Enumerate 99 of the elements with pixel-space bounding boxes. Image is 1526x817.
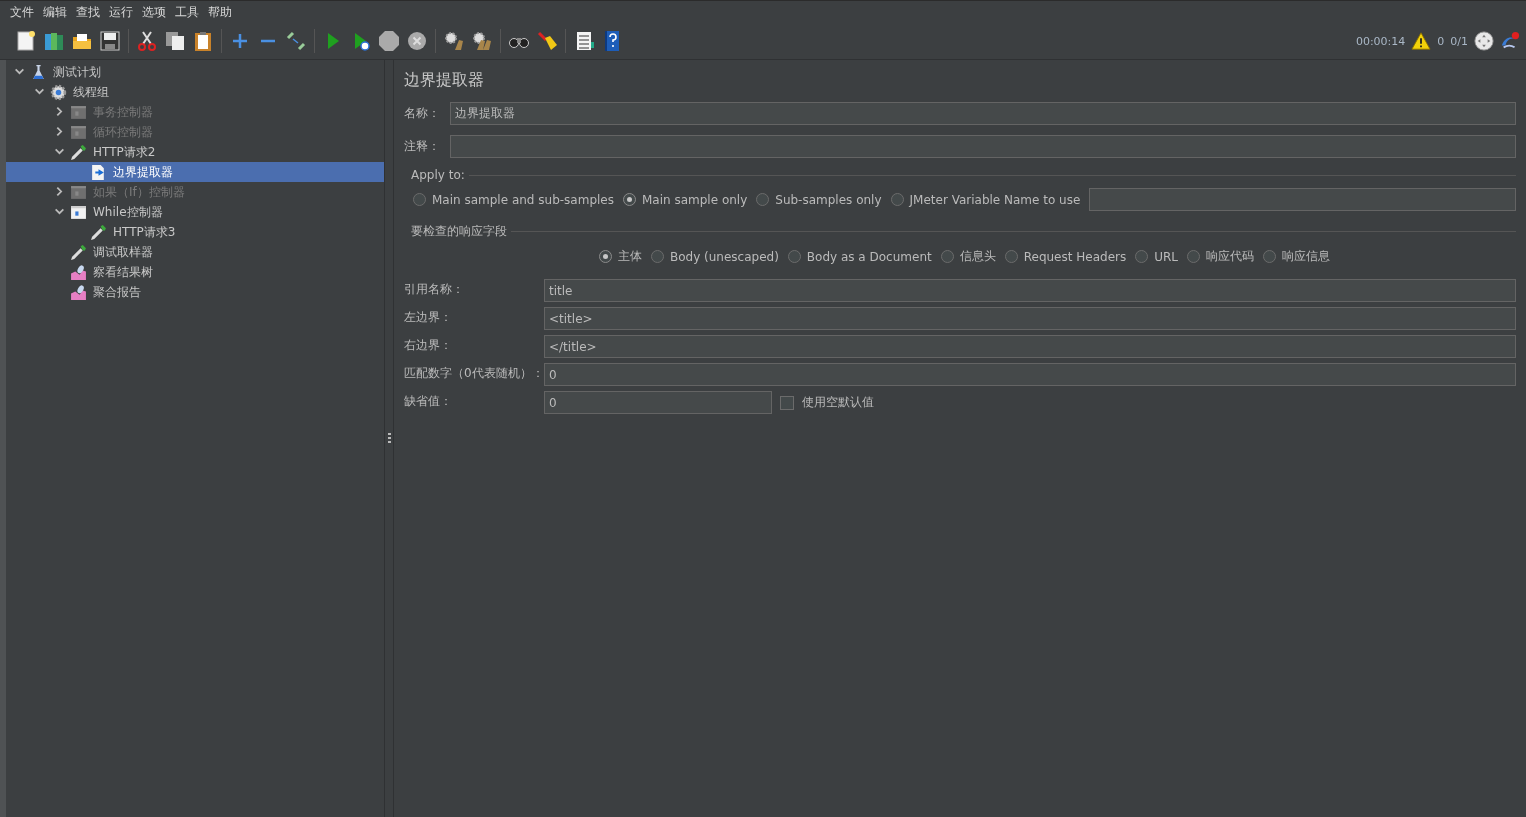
radio-label: Body as a Document (806, 249, 932, 264)
tree-item-label: HTTP请求2 (93, 143, 156, 161)
tree-item-label: 测试计划 (53, 63, 101, 81)
field-label: 注释： (404, 138, 440, 155)
document-arrow-icon (90, 163, 107, 181)
radio-button[interactable] (787, 250, 801, 263)
tree-item[interactable]: 边界提取器 (6, 162, 384, 182)
tree-item[interactable]: 线程组 (6, 82, 384, 102)
menu-item[interactable]: 工具 (175, 3, 199, 21)
radio-label: 信息头 (959, 248, 996, 265)
stop-sign-icon[interactable] (378, 30, 400, 52)
tree-item[interactable]: 察看结果树 (6, 262, 384, 282)
tree-item-label: While控制器 (93, 203, 163, 221)
broom-icon[interactable] (536, 30, 558, 52)
radio-label: Request Headers (1023, 249, 1127, 264)
menu-item[interactable]: 编辑 (43, 3, 67, 21)
radio-button[interactable] (598, 250, 612, 263)
radio-button[interactable] (1004, 250, 1018, 263)
menu-item[interactable]: 文件 (10, 3, 34, 21)
radio-button[interactable] (1187, 250, 1201, 263)
x-circle-icon[interactable] (406, 30, 428, 52)
menu-item[interactable]: 帮助 (208, 3, 232, 21)
radio-label: Main sample and sub-samples (432, 192, 614, 207)
tree-item-label: 边界提取器 (113, 163, 173, 181)
new-document-icon[interactable] (15, 30, 37, 52)
thread-count: 0/1 (1450, 34, 1468, 48)
controller-icon (70, 103, 87, 121)
text-field[interactable]: 0 (544, 363, 1516, 386)
radio-button[interactable] (890, 193, 904, 206)
chevron-down-icon[interactable] (54, 146, 65, 157)
tree-item[interactable]: HTTP请求3 (6, 222, 384, 242)
text-field[interactable]: 0 (544, 391, 772, 414)
radio-label: Main sample only (642, 192, 748, 207)
field-label: 缺省值： (404, 393, 453, 410)
radio-label: Sub-samples only (775, 192, 882, 207)
text-field[interactable]: <title> (544, 307, 1516, 330)
text-field[interactable]: title (544, 279, 1516, 302)
chart-icon (70, 263, 87, 281)
tree-item-label: 调试取样器 (93, 243, 153, 261)
tree-item-label: 线程组 (73, 83, 109, 101)
comment-field[interactable] (450, 135, 1516, 158)
field-label: 匹配数字（0代表随机）： (404, 365, 544, 382)
elapsed-time: 00:00:14 (1355, 34, 1406, 48)
pipette-icon (90, 223, 107, 241)
tree-item-label: 聚合报告 (93, 283, 141, 301)
chart-icon (70, 283, 87, 301)
tree-item[interactable]: 调试取样器 (6, 242, 384, 262)
pipette-icon (70, 243, 87, 261)
split-handle[interactable] (387, 432, 391, 445)
radio-label: URL (1154, 249, 1179, 264)
tree-item[interactable]: 测试计划 (6, 62, 384, 82)
panel-title: 边界提取器 (404, 70, 485, 91)
radio-button[interactable] (623, 193, 636, 206)
chevron-down-icon[interactable] (54, 206, 65, 217)
tree-item[interactable]: HTTP请求2 (6, 142, 384, 162)
radio-label: 响应信息 (1282, 248, 1331, 265)
flask-icon (30, 63, 47, 81)
group-title: 要检查的响应字段 (411, 223, 507, 240)
tree-item-label: 察看结果树 (93, 263, 153, 281)
menu-item[interactable]: 选项 (142, 3, 166, 21)
chevron-down-icon[interactable] (34, 86, 45, 97)
radio-button[interactable] (756, 193, 770, 206)
tree-item[interactable]: While控制器 (6, 202, 384, 222)
radio-button[interactable] (413, 193, 426, 206)
variable-name-field[interactable] (1089, 188, 1516, 211)
field-label: 左边界： (404, 309, 453, 326)
tree-item-label: HTTP请求3 (113, 223, 176, 241)
radio-label: 响应代码 (1206, 248, 1255, 265)
controller-icon (70, 203, 87, 221)
field-label: 右边界： (404, 337, 453, 354)
circle-arrows-icon[interactable] (1474, 31, 1494, 51)
controller-icon (70, 123, 87, 141)
books-icon[interactable] (43, 30, 65, 52)
radio-label: Body (unescaped) (669, 249, 779, 264)
field-label: 引用名称： (404, 281, 465, 298)
group-title: Apply to: (411, 168, 465, 182)
radio-button[interactable] (1263, 250, 1277, 263)
radio-button[interactable] (650, 250, 664, 263)
checkbox[interactable] (780, 395, 794, 410)
scissors-icon[interactable] (136, 30, 158, 52)
pipette-icon (70, 143, 87, 161)
warning-count: 0 (1437, 34, 1445, 48)
field-label: 名称： (404, 105, 440, 122)
warning-icon[interactable] (1411, 31, 1432, 51)
gear-icon (50, 83, 67, 101)
copy-icon[interactable] (164, 30, 186, 52)
radio-label: 主体 (617, 248, 642, 265)
text-field[interactable]: </title> (544, 335, 1516, 358)
controller-icon (70, 183, 87, 201)
radio-label: JMeter Variable Name to use (909, 192, 1081, 207)
chevron-down-icon[interactable] (14, 66, 25, 77)
menu-item[interactable]: 运行 (109, 3, 133, 21)
checkbox-label: 使用空默认值 (802, 394, 874, 411)
menu-item[interactable]: 查找 (76, 3, 100, 21)
tree-item[interactable]: 聚合报告 (6, 282, 384, 302)
name-field[interactable]: 边界提取器 (450, 102, 1516, 125)
clipboard-icon[interactable] (192, 30, 214, 52)
radio-button[interactable] (1135, 250, 1149, 263)
radio-button[interactable] (940, 250, 954, 263)
